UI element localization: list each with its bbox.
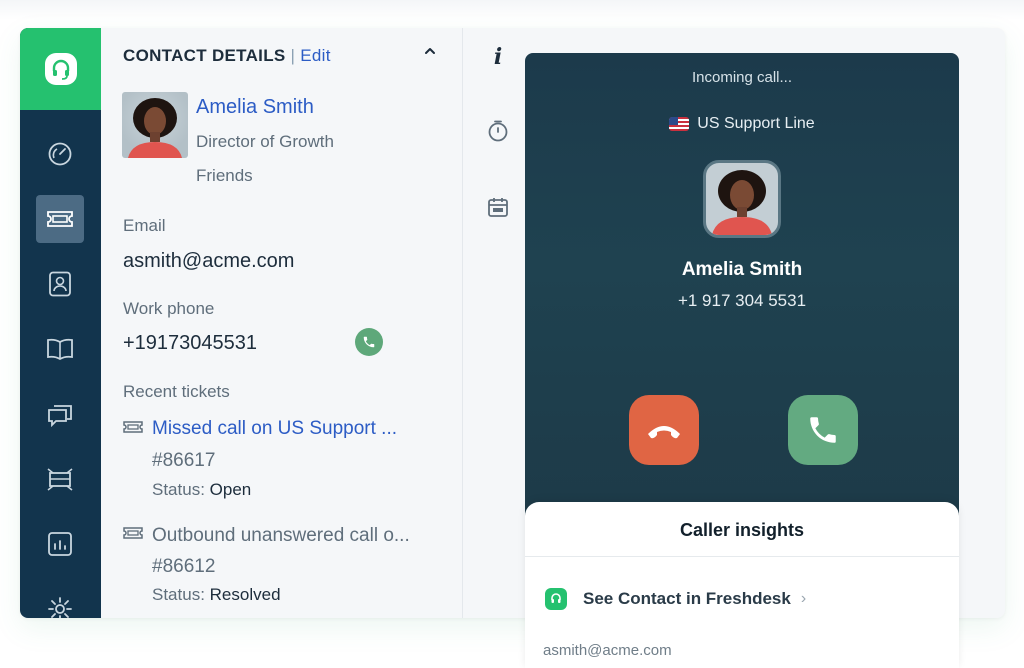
contact-details-panel: CONTACT DETAILS | Edit Amelia Smith Dire… [101, 28, 463, 618]
see-contact-label: See Contact in Freshdesk [583, 589, 791, 608]
timer-icon [488, 120, 508, 142]
contact-details-title: CONTACT DETAILS [123, 46, 286, 65]
sidebar-item-contacts[interactable] [36, 260, 84, 308]
sidebar-item-admin[interactable] [36, 455, 84, 503]
email-value: asmith@acme.com [123, 250, 295, 272]
sidebar-item-solutions[interactable] [36, 325, 84, 373]
caller-avatar [703, 160, 781, 238]
discussions-icon [48, 405, 72, 427]
ticket-title-link[interactable]: Missed call on US Support ... [152, 418, 397, 440]
ticket-status: Status: Open [152, 480, 251, 500]
sidebar-item-discussions[interactable] [36, 390, 84, 438]
sidebar-item-tickets[interactable] [36, 195, 84, 243]
ticket-status: Status: Resolved [152, 585, 281, 605]
accept-call-button[interactable] [788, 395, 858, 465]
sidebar-item-dashboard[interactable] [36, 130, 84, 178]
phone-icon [810, 417, 836, 443]
contact-details-header: CONTACT DETAILS | Edit [123, 46, 331, 66]
decline-call-button[interactable] [629, 395, 699, 465]
calendar-icon [488, 198, 508, 217]
sidebar-nav [20, 28, 101, 618]
chevron-up-icon[interactable] [423, 44, 437, 58]
ticket-status-value: Open [209, 480, 252, 499]
call-status: Incoming call... [691, 69, 793, 86]
ticket-icon [123, 527, 143, 539]
phone-icon [363, 336, 375, 348]
solutions-book-icon [47, 338, 73, 361]
page-background [0, 0, 1024, 20]
ticket-icon [123, 421, 143, 433]
contact-avatar [122, 92, 188, 158]
caller-insights-title: Caller insights [679, 520, 805, 540]
sidebar-item-settings[interactable] [36, 585, 84, 618]
info-icon: i [493, 44, 503, 70]
ticket-id: #86612 [152, 556, 216, 577]
dashboard-icon [48, 142, 72, 166]
calendar-button[interactable] [483, 192, 513, 222]
sidebar-item-reports[interactable] [36, 520, 84, 568]
contacts-icon [49, 271, 71, 297]
info-button[interactable]: i [483, 42, 513, 72]
call-phone-button[interactable] [355, 328, 383, 356]
work-phone-label: Work phone [123, 299, 215, 318]
contact-name[interactable]: Amelia Smith [196, 96, 314, 119]
hang-up-icon [648, 426, 680, 439]
see-contact-in-freshdesk-link[interactable]: See Contact in Freshdesk › [545, 588, 806, 610]
caller-name: Amelia Smith [681, 259, 803, 280]
email-label: Email [123, 216, 166, 235]
ticket-status-value: Resolved [209, 585, 281, 604]
support-line: US Support Line [525, 115, 959, 133]
settings-gear-icon [48, 597, 72, 618]
freshdesk-headset-icon [44, 53, 77, 85]
freshdesk-logo[interactable] [20, 28, 101, 110]
recent-tickets-label: Recent tickets [123, 382, 230, 401]
timer-button[interactable] [483, 116, 513, 146]
caller-insights-panel: Caller insights See Contact in Freshdesk… [525, 502, 959, 668]
ticket-status-label: Status: [152, 585, 205, 604]
reports-icon [48, 532, 72, 556]
chevron-right-icon: › [800, 590, 807, 607]
ticket-title-link[interactable]: Outbound unanswered call o... [152, 525, 410, 547]
work-phone-value: +19173045531 [123, 332, 258, 354]
side-toolbar: i [463, 28, 525, 618]
header-separator: | [290, 46, 296, 65]
insights-email: asmith@acme.com [543, 642, 672, 659]
divider [525, 556, 959, 557]
freshdesk-logo-icon [545, 588, 567, 610]
caller-number: +1 917 304 5531 [677, 291, 807, 310]
support-line-name: US Support Line [697, 115, 815, 132]
ticket-id: #86617 [152, 450, 216, 471]
tickets-icon [47, 211, 73, 227]
admin-icon [47, 468, 73, 491]
contact-company: Friends [196, 166, 253, 185]
ticket-status-label: Status: [152, 480, 205, 499]
incoming-call-widget: Incoming call... US Support Line Amelia … [525, 53, 959, 523]
contact-job-title: Director of Growth [196, 132, 334, 151]
us-flag-icon [669, 117, 690, 131]
edit-contact-link[interactable]: Edit [300, 46, 331, 66]
